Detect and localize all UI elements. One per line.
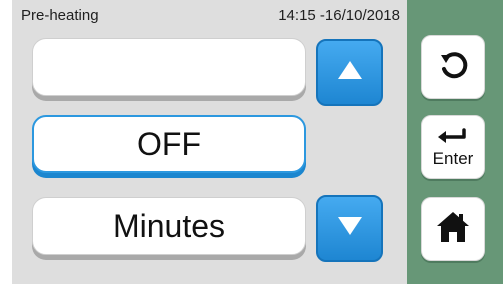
down-button[interactable] — [316, 195, 383, 262]
page-title: Pre-heating — [21, 7, 99, 24]
bottom-value-field[interactable]: Minutes — [32, 197, 306, 255]
top-value-field[interactable] — [32, 38, 306, 96]
enter-label: Enter — [432, 148, 474, 168]
home-button[interactable] — [421, 197, 485, 261]
down-triangle-icon — [336, 215, 364, 242]
reload-arrow-icon — [435, 47, 471, 88]
home-icon — [434, 210, 472, 249]
back-button[interactable] — [421, 35, 485, 99]
middle-value-field[interactable]: OFF — [32, 115, 306, 173]
status-bar: Pre-heating 14:15 -16/10/2018 — [12, 0, 407, 30]
enter-arrow-icon — [434, 127, 472, 148]
enter-button[interactable]: Enter — [421, 115, 485, 179]
up-triangle-icon — [336, 59, 364, 86]
up-button[interactable] — [316, 39, 383, 106]
datetime-display: 14:15 -16/10/2018 — [278, 7, 400, 24]
